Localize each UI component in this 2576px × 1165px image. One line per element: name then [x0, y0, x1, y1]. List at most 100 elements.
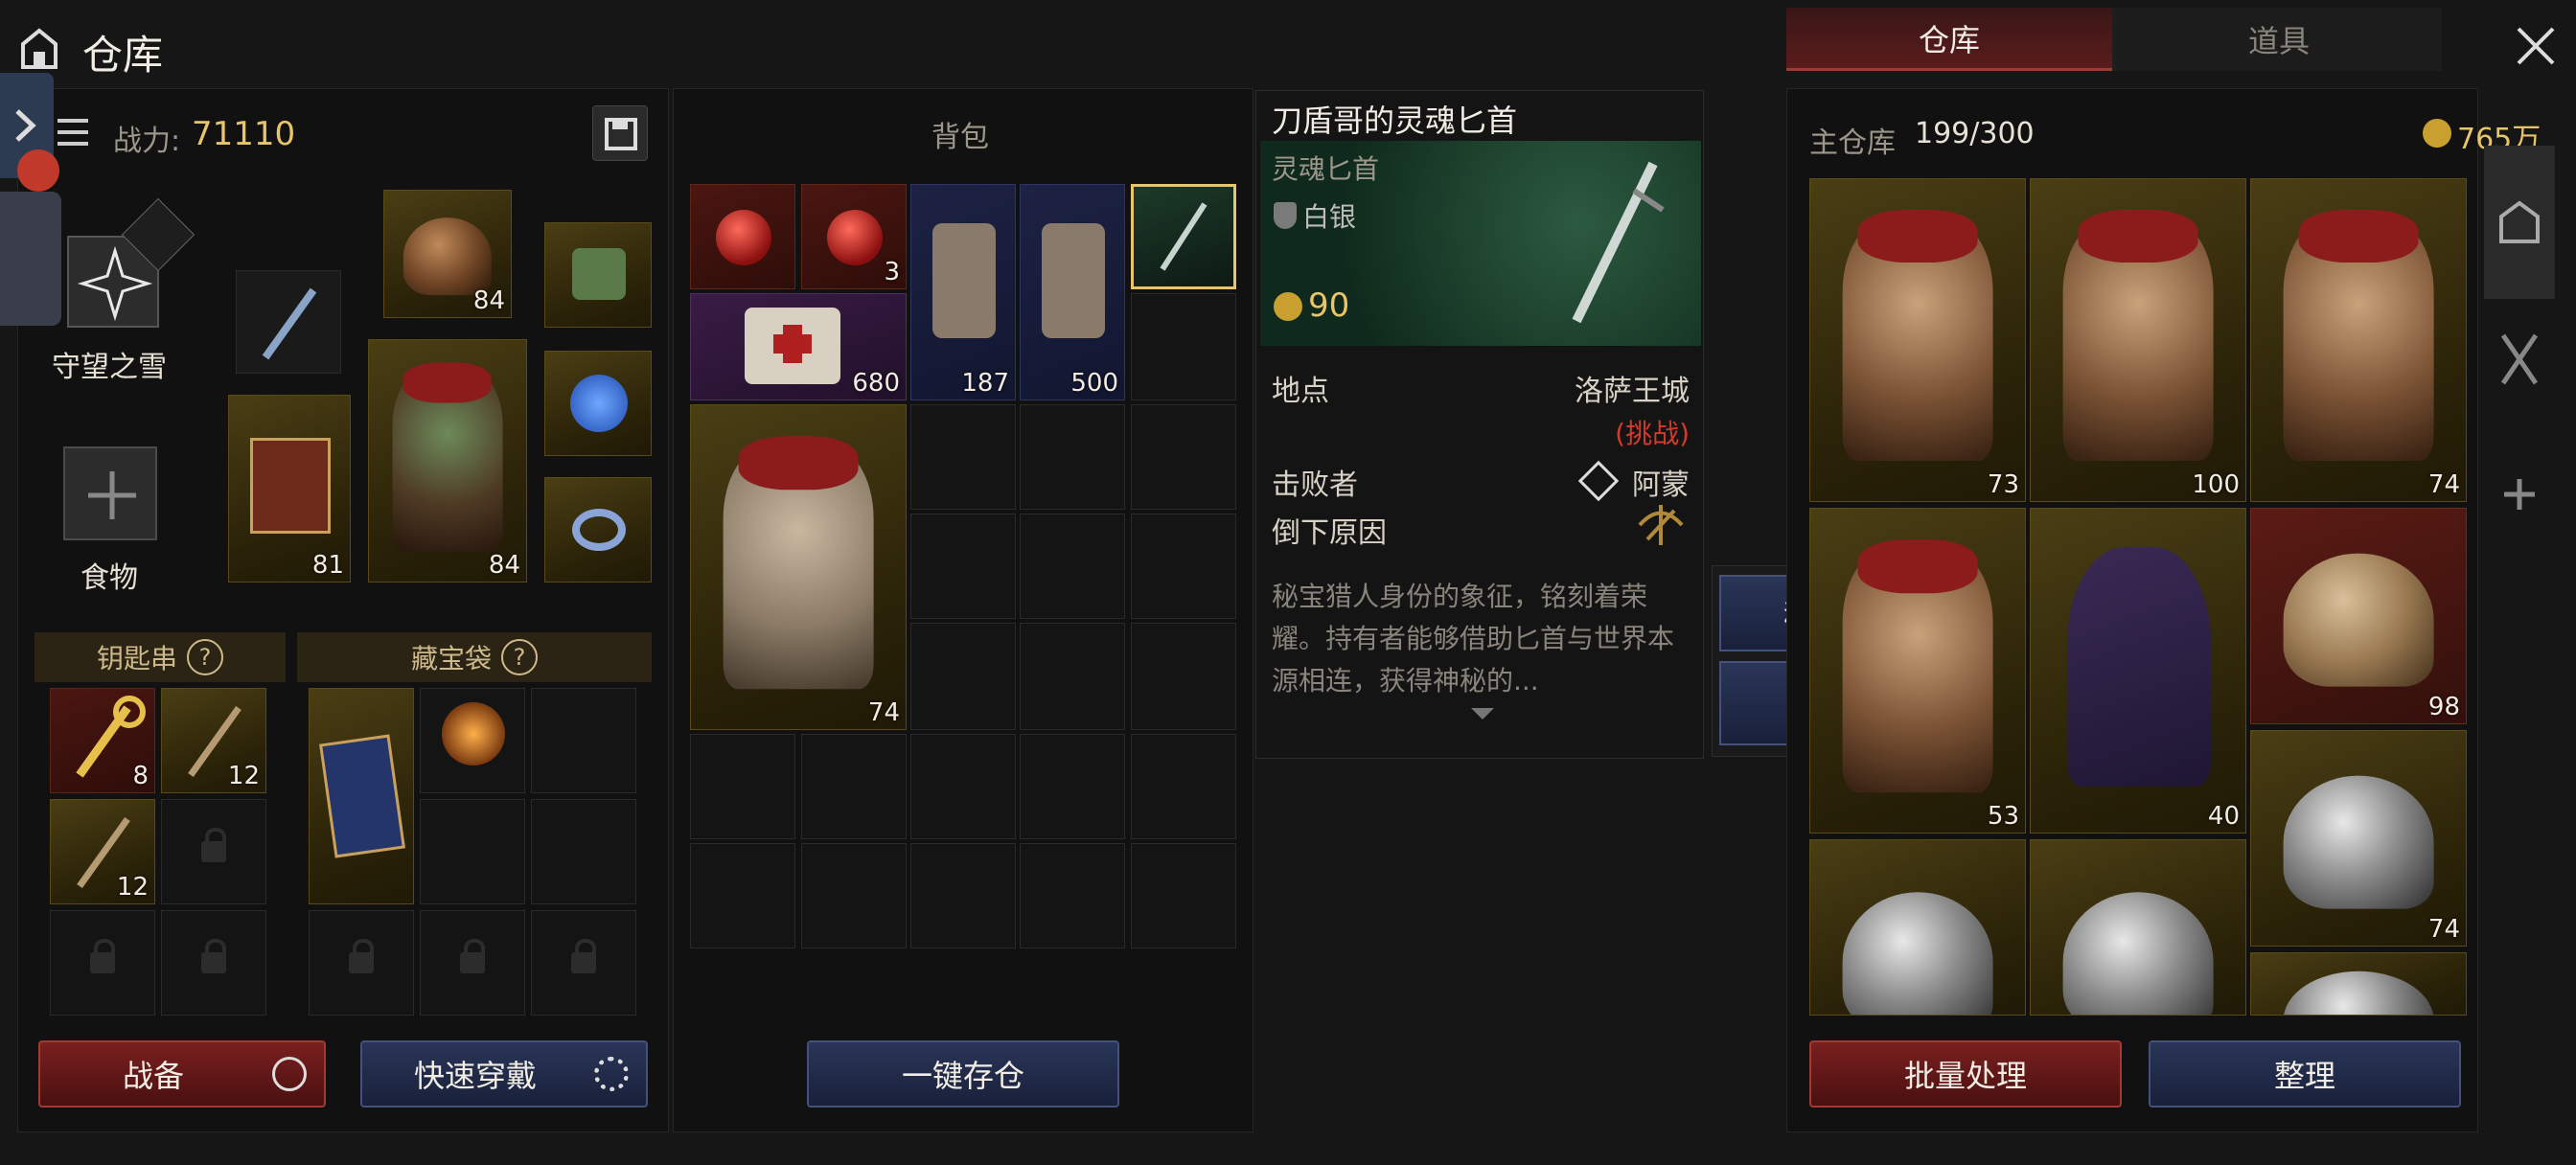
- backpack-empty-slot[interactable]: [1131, 404, 1236, 510]
- treasure-map-slot[interactable]: [309, 688, 414, 904]
- page-title: 仓库: [82, 32, 164, 79]
- helmet-level: 84: [472, 286, 505, 315]
- backpack-empty-slot[interactable]: [1020, 514, 1125, 619]
- item-description: 秘宝猎人身份的象征，铭刻着荣耀。持有者能够借助匕首与世界本源相连，获得神秘的..…: [1272, 581, 1675, 697]
- weapon-slot[interactable]: [236, 270, 341, 374]
- add-tab-icon[interactable]: [2484, 466, 2555, 523]
- armor-slot[interactable]: 84: [368, 339, 527, 582]
- backpack-empty-slot[interactable]: [910, 734, 1016, 839]
- backpack-empty-slot[interactable]: [1131, 514, 1236, 619]
- backpack-empty-slot[interactable]: [910, 623, 1016, 730]
- keyring-help-icon[interactable]: ?: [187, 639, 223, 675]
- expand-chevron-icon[interactable]: [1471, 708, 1494, 720]
- warehouse-item[interactable]: [2030, 839, 2246, 1016]
- warehouse-item[interactable]: 98: [2250, 508, 2467, 724]
- vest-level: 74: [867, 698, 900, 727]
- warehouse-item[interactable]: [1809, 839, 2026, 1016]
- backpack-potion-2[interactable]: 3: [801, 184, 907, 289]
- key-count-1: 8: [132, 762, 149, 790]
- treasure-slot-orb[interactable]: 3天: [420, 688, 525, 829]
- ring-slot[interactable]: [544, 477, 652, 582]
- item-detail-panel: 刀盾哥的灵魂匕首 灵魂匕首 白银 90 地点 洛萨王城 (挑战) 击败者 阿蒙 …: [1255, 90, 1704, 759]
- treasure-slot-locked: [420, 910, 525, 1016]
- scroll-count-2: 500: [1070, 369, 1118, 398]
- backpack-empty-slot[interactable]: [1131, 734, 1236, 839]
- treasure-slot-empty[interactable]: [531, 799, 636, 904]
- menu-icon[interactable]: [54, 113, 92, 151]
- warehouse-item[interactable]: 73: [1809, 178, 2026, 502]
- backpack-potion-1[interactable]: [690, 184, 795, 289]
- quick-equip-label: 快速穿戴: [413, 1058, 537, 1094]
- backpack-empty-slot[interactable]: [1131, 293, 1236, 400]
- backpack-scroll-1[interactable]: 187: [910, 184, 1016, 400]
- backpack-empty-slot[interactable]: [1020, 623, 1125, 730]
- item-type: 灵魂匕首: [1272, 153, 1380, 185]
- location-note: (挑战): [1615, 418, 1690, 449]
- avatar[interactable]: [0, 192, 61, 326]
- warehouse-home-icon: [17, 27, 61, 71]
- treasure-slot-locked: [531, 910, 636, 1016]
- warehouse-item[interactable]: 53: [1809, 508, 2026, 834]
- key-slot-2[interactable]: 12: [161, 688, 266, 793]
- backpack-empty-slot[interactable]: [1131, 843, 1236, 948]
- warehouse-item[interactable]: 100: [2030, 178, 2246, 502]
- backpack-empty-slot[interactable]: [910, 514, 1016, 619]
- key-slot-3[interactable]: 12: [50, 799, 155, 904]
- batch-process-button[interactable]: 批量处理: [1809, 1040, 2122, 1108]
- backpack-dagger-selected[interactable]: [1131, 184, 1236, 289]
- warehouse-item[interactable]: 40: [2030, 508, 2246, 834]
- item-level: 100: [2192, 470, 2240, 499]
- warehouse-capacity: 199/300: [1915, 117, 2035, 150]
- book-slot[interactable]: 81: [228, 395, 351, 582]
- treasure-slot-empty[interactable]: 3天: [531, 688, 636, 829]
- item-level: 98: [2427, 693, 2460, 721]
- item-value: 90: [1308, 286, 1350, 325]
- item-level: 74: [2427, 915, 2460, 944]
- tab-warehouse[interactable]: 仓库: [1786, 8, 2112, 71]
- key-slot-locked: [161, 910, 266, 1016]
- coin-icon: [1274, 292, 1302, 321]
- item-level: 40: [2207, 802, 2240, 831]
- backpack-empty-slot[interactable]: [910, 843, 1016, 948]
- quick-equip-button[interactable]: 快速穿戴: [360, 1040, 648, 1108]
- backpack-empty-slot[interactable]: [910, 404, 1016, 510]
- backpack-empty-slot[interactable]: [1131, 623, 1236, 730]
- backpack-empty-slot[interactable]: [801, 734, 907, 839]
- backpack-empty-slot[interactable]: [690, 734, 795, 839]
- save-icon[interactable]: [592, 105, 648, 161]
- warehouse-tab-icon[interactable]: [2484, 146, 2555, 299]
- deposit-all-button[interactable]: 一键存仓: [807, 1040, 1119, 1108]
- warehouse-item[interactable]: 74: [2250, 730, 2467, 947]
- warehouse-item[interactable]: 74: [2250, 178, 2467, 502]
- weapons-tab-icon[interactable]: [2484, 307, 2555, 412]
- helmet-slot[interactable]: 84: [383, 190, 512, 318]
- treasure-slot-empty[interactable]: [420, 799, 525, 904]
- backpack-empty-slot[interactable]: [1020, 404, 1125, 510]
- crossbow-icon: [1638, 505, 1684, 545]
- mic-muted-icon[interactable]: [17, 149, 59, 192]
- battle-prep-label: 战备: [122, 1058, 184, 1094]
- close-icon[interactable]: [2513, 23, 2559, 69]
- backpack-scroll-2[interactable]: 500: [1020, 184, 1125, 400]
- treasure-bag-header: 藏宝袋?: [297, 632, 652, 682]
- backpack-empty-slot[interactable]: [1020, 843, 1125, 948]
- add-food-button[interactable]: [63, 446, 157, 540]
- treasure-help-icon[interactable]: ?: [501, 639, 538, 675]
- battle-prep-icon: [272, 1057, 307, 1091]
- backpack-slot[interactable]: [544, 222, 652, 328]
- tab-items[interactable]: 道具: [2116, 8, 2442, 71]
- backpack-empty-slot[interactable]: [1020, 734, 1125, 839]
- key-slot-1[interactable]: 8: [50, 688, 155, 793]
- key-count-3: 12: [116, 873, 149, 902]
- key-count-2: 12: [227, 762, 260, 790]
- battle-prep-button[interactable]: 战备: [38, 1040, 326, 1108]
- lock-icon: [90, 939, 115, 973]
- backpack-empty-slot[interactable]: [690, 843, 795, 948]
- backpack-medkit[interactable]: 680: [690, 293, 907, 400]
- pouch-slot[interactable]: [544, 351, 652, 456]
- warehouse-item[interactable]: [2250, 952, 2467, 1016]
- backpack-empty-slot[interactable]: [801, 843, 907, 948]
- lock-icon: [571, 939, 596, 973]
- backpack-vest[interactable]: 74: [690, 404, 907, 730]
- organize-button[interactable]: 整理: [2149, 1040, 2461, 1108]
